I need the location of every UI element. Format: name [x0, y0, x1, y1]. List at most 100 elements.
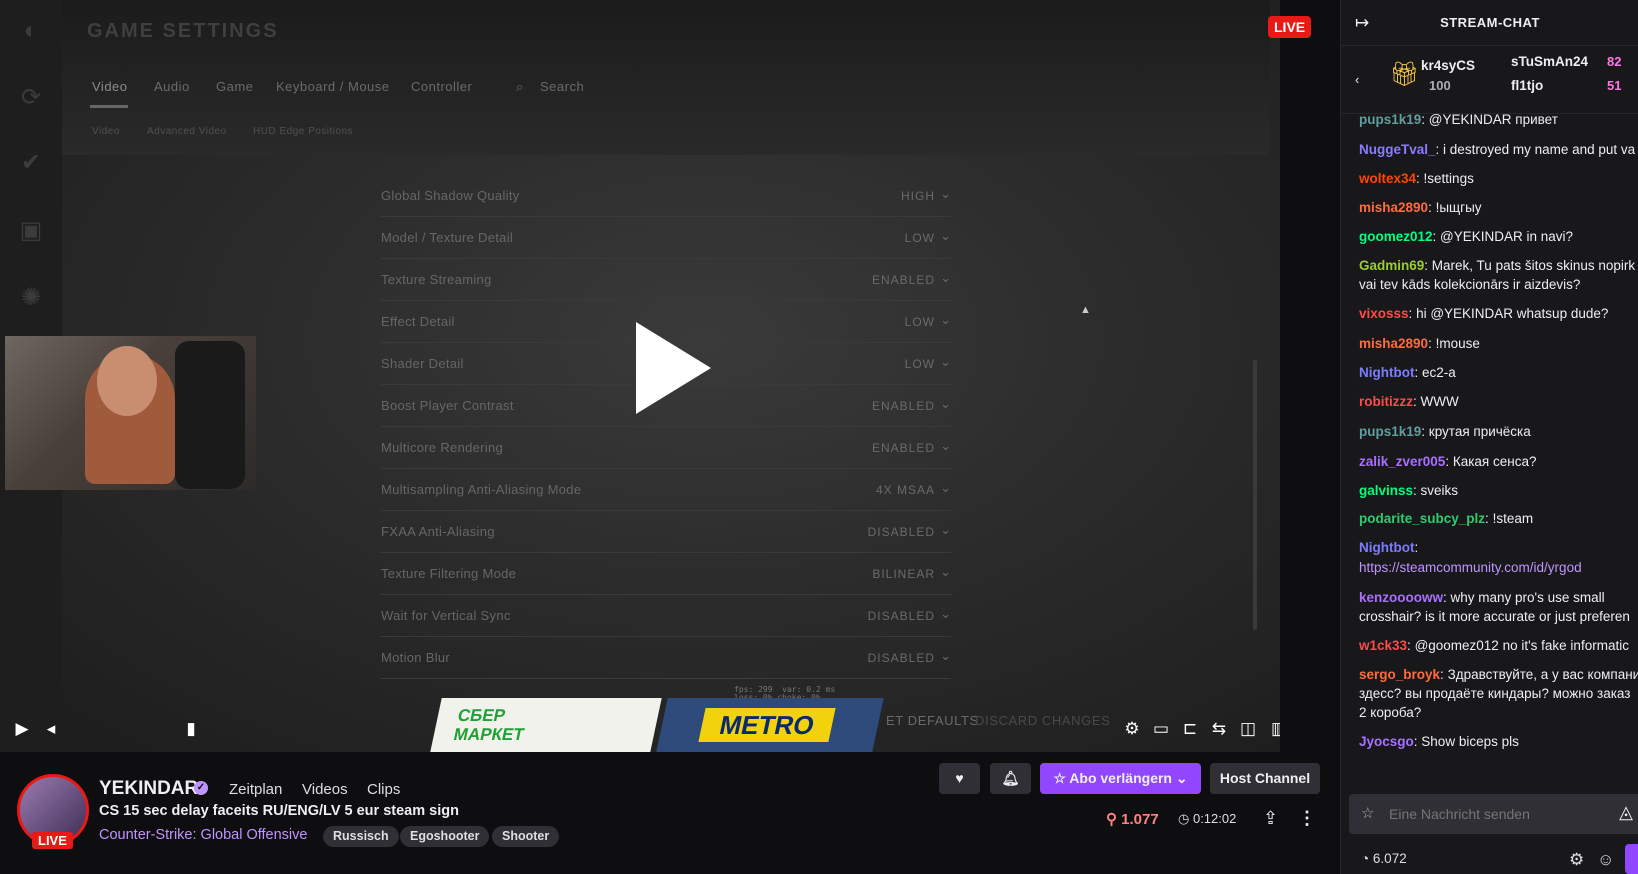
chat-username[interactable]: galvinss — [1359, 483, 1413, 498]
chat-username[interactable]: NuggeTval_ — [1359, 142, 1436, 157]
points-icon: ◔ — [1361, 851, 1370, 866]
miniplayer-icon[interactable]: ◫ — [1237, 718, 1259, 740]
share-icon[interactable]: ⇪ — [1263, 808, 1278, 829]
gs-row: FXAA Anti-Aliasing DISABLED ⌄ — [381, 511, 951, 553]
chat-text: здесс? вы продаёте киндары? можно заказ — [1359, 686, 1631, 701]
verified-icon: ✓ — [194, 781, 208, 795]
chat-message: misha2890: !mouse — [1359, 336, 1480, 351]
theatre-mode-icon[interactable]: ▥ — [1268, 718, 1280, 740]
chat-message: Jyocsgo: Show biceps pls — [1359, 734, 1519, 749]
host-channel-button[interactable]: Host Channel — [1210, 763, 1320, 794]
chat-username[interactable]: woltex34 — [1359, 171, 1416, 186]
chat-message: robitizzz: WWW — [1359, 394, 1459, 409]
tag-egoshooter[interactable]: Egoshooter — [400, 826, 490, 847]
channel-points[interactable]: ◔ 6.072 — [1361, 851, 1407, 866]
pip-icon[interactable]: ▭ — [1150, 718, 1172, 740]
gifter-name[interactable]: sTuSmAn24 — [1511, 54, 1588, 69]
chat-username[interactable]: kenzooooww — [1359, 590, 1443, 605]
chat-username[interactable]: pups1k19 — [1359, 112, 1421, 127]
uptime: ◷ 0:12:02 — [1178, 811, 1237, 826]
briefcase-icon: ▣ — [19, 217, 43, 244]
notification-bell-button[interactable]: 🔔︎ — [990, 763, 1031, 794]
chat-username[interactable]: Gadmin69 — [1359, 258, 1424, 273]
follow-heart-button[interactable]: ♥ — [939, 763, 980, 794]
chat-username[interactable]: Jyocsgo — [1359, 734, 1414, 749]
chat-message: zalik_zver005: Какая сенса? — [1359, 454, 1537, 469]
chat-message: pups1k19: крутая причёска — [1359, 424, 1531, 439]
gs-subtab-advanced-video: Advanced Video — [147, 126, 227, 137]
check-icon: ✔ — [20, 149, 42, 176]
gifter-name[interactable]: kr4syCS — [1421, 58, 1475, 73]
chat-message: crosshair? is it more accurate or just p… — [1359, 607, 1638, 627]
chat-username[interactable]: sergo_broyk — [1359, 667, 1440, 682]
chat-message: sergo_broyk: Здравствуйте, а у вас компа… — [1359, 665, 1638, 685]
audio-bars-icon[interactable]: ▮ — [180, 718, 202, 740]
link-videos[interactable]: Videos — [302, 781, 348, 798]
viewer-count: ⚲ 1.077 — [1106, 811, 1159, 828]
gifter-name[interactable]: fl1tjo — [1511, 78, 1543, 93]
chat-input[interactable] — [1389, 804, 1609, 824]
chat-username[interactable]: pups1k19 — [1359, 424, 1421, 439]
gs-tab-controller: Controller — [411, 79, 473, 94]
app-root: ◐ ⟳ ✔ ▣ ✺ GAME SETTINGS Video Audio Game… — [0, 0, 1638, 874]
chat-username[interactable]: misha2890 — [1359, 336, 1428, 351]
chat-message: vixosss: hi @YEKINDAR whatsup dude? — [1359, 306, 1609, 321]
play-icon[interactable] — [636, 322, 711, 414]
chat-text: hi @YEKINDAR whatsup dude? — [1416, 306, 1609, 321]
chat-text: @YEKINDAR in navi? — [1440, 229, 1574, 244]
gs-row: Multicore Rendering ENABLED ⌄ — [381, 427, 951, 469]
star-icon[interactable]: ☆ — [1361, 804, 1374, 822]
chat-username[interactable]: Nightbot — [1359, 540, 1414, 555]
chat-username[interactable]: podarite_subcy_plz — [1359, 511, 1485, 526]
gifter-count: 82 — [1607, 54, 1622, 69]
game-link[interactable]: Counter-Strike: Global Offensive — [99, 827, 307, 843]
chat-username[interactable]: robitizzz — [1359, 394, 1413, 409]
chat-username[interactable]: goomez012 — [1359, 229, 1433, 244]
gs-tab-video: Video — [92, 79, 128, 94]
volume-icon[interactable]: ◂ — [40, 718, 62, 740]
chat-message: woltex34: !settings — [1359, 171, 1474, 186]
play-pause-icon[interactable]: ▶ — [11, 718, 33, 740]
video-player[interactable]: ◐ ⟳ ✔ ▣ ✺ GAME SETTINGS Video Audio Game… — [0, 0, 1280, 752]
webcam-chair — [175, 341, 245, 489]
tag-shooter[interactable]: Shooter — [492, 826, 560, 847]
chat-header: ↦ STREAM-CHAT — [1341, 0, 1638, 46]
link-clips[interactable]: Clips — [367, 781, 400, 798]
chat-message: vai tev kāds kolekcionārs ir aizdevis? — [1359, 275, 1638, 295]
chat-username[interactable]: zalik_zver005 — [1359, 454, 1445, 469]
more-options-icon[interactable]: ⋮ — [1298, 808, 1316, 829]
gs-search: Search — [540, 79, 585, 94]
channel-name[interactable]: YEKINDAR — [99, 778, 198, 800]
chevron-down-icon: ⌄ — [940, 606, 951, 621]
chat-text: !steam — [1492, 511, 1534, 526]
gs-row: Texture Filtering Mode BILINEAR ⌄ — [381, 553, 951, 595]
chat-send-button[interactable] — [1625, 844, 1638, 874]
chat-text: ec2-a — [1422, 365, 1456, 380]
link-schedule[interactable]: Zeitplan — [229, 781, 282, 798]
emote-icon[interactable]: ◬ — [1619, 802, 1633, 823]
chat-emote-menu-icon[interactable]: ☺ — [1597, 850, 1614, 870]
gs-subtab-hud-edge: HUD Edge Positions — [253, 126, 354, 137]
chat-message: Nightbot: ec2-a — [1359, 365, 1456, 380]
chat-text: !mouse — [1435, 336, 1480, 351]
chevron-left-icon[interactable]: ‹ — [1355, 72, 1359, 87]
chevron-down-icon: ⌄ — [940, 522, 951, 537]
settings-icon[interactable]: ⚙ — [1121, 718, 1143, 740]
chat-username[interactable]: misha2890 — [1359, 200, 1428, 215]
chat-input-box[interactable]: ☆ ◬ — [1349, 794, 1638, 834]
chat-username[interactable]: w1ck33 — [1359, 638, 1407, 653]
tag-russisch[interactable]: Russisch — [323, 826, 399, 847]
chevron-down-icon: ⌄ — [940, 270, 951, 285]
cast-icon[interactable]: ⊏ — [1179, 718, 1201, 740]
chat-text: 2 короба? — [1359, 705, 1422, 720]
clip-icon[interactable]: ⇆ — [1208, 718, 1230, 740]
chevron-down-icon: ⌄ — [940, 648, 951, 663]
chat-text: Marek, Tu pats šitos skinus nopirk — [1431, 258, 1636, 273]
chat-message: https://steamcommunity.com/id/yrgod — [1359, 558, 1638, 578]
chat-settings-icon[interactable]: ⚙ — [1569, 850, 1584, 870]
chat-message: Gadmin69: Marek, Tu pats šitos skinus no… — [1359, 258, 1636, 273]
chat-username[interactable]: Nightbot — [1359, 365, 1414, 380]
chat-username[interactable]: vixosss — [1359, 306, 1409, 321]
chat-text: why many pro's use small — [1450, 590, 1605, 605]
subscribe-button[interactable]: ☆ Abo verlängern ⌄ — [1040, 763, 1201, 794]
